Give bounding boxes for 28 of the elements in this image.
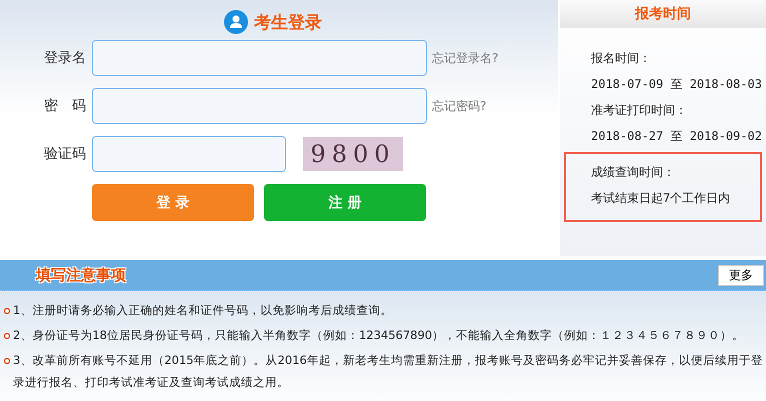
field-label: 验证码 [43,145,86,163]
field-label: 登录名 [43,49,86,67]
register-button[interactable]: 注 册 [264,184,426,221]
notice-text: 3、改革前所有账号不延用（2015年底之前）。从2016年起，新老考生均需重新注册，报考账号及密码务必牢记并妥善保存，以便后续用于登录进行报名、打印考试准考证及查询考试成绩之用。 [13,352,764,391]
more-button[interactable]: 更多 [718,264,764,286]
bullet-icon [4,308,10,314]
forgot-link[interactable]: 忘记密码? [432,98,486,114]
schedule-label: 准考证打印时间： [591,102,688,119]
field-label: 密 码 [43,97,86,115]
notice-text: 1、注册时请务必输入正确的姓名和证件号码，以免影响考后成绩查询。 [13,302,394,319]
forgot-link[interactable]: 忘记登录名? [432,50,498,66]
notice-title: 填写注意事项 [36,266,126,284]
schedule-label: 成绩查询时间： [591,164,676,181]
user-icon [224,10,248,34]
login-title: 考生登录 [254,12,322,34]
schedule-value: 2018-07-09 至 2018-08-03 [591,76,762,93]
input-field[interactable] [92,88,427,124]
schedule-title: 报考时间 [635,5,691,23]
captcha-image[interactable]: 9800 [303,137,403,171]
schedule-value: 考试结束日起7个工作日内 [591,190,732,207]
schedule-label: 报名时间： [591,50,652,67]
login-button[interactable]: 登 录 [92,184,254,221]
bullet-icon [4,333,10,339]
input-field[interactable] [92,40,427,76]
schedule-value: 2018-08-27 至 2018-09-02 [591,128,762,145]
bullet-icon [4,358,10,364]
input-field[interactable] [92,136,286,172]
notice-text: 2、身份证号为18位居民身份证号码，只能输入半角数字（例如：1234567890），不能输入全角数字（例如：１２３４５６７８９０）。 [13,327,746,344]
